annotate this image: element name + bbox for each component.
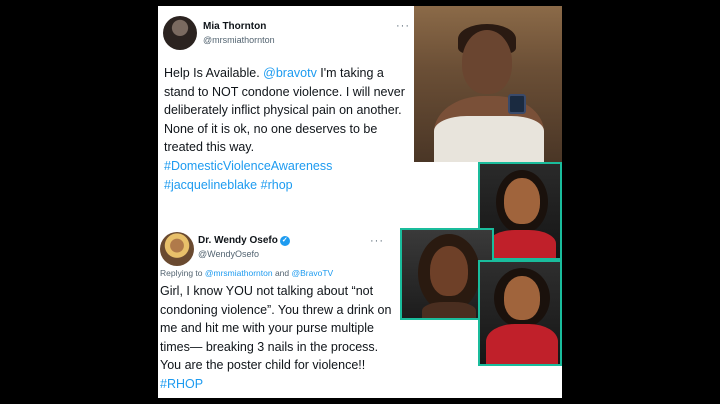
portrait-face xyxy=(504,178,540,224)
verified-badge-icon: ✓ xyxy=(279,236,290,246)
hashtag-rhop[interactable]: #rhop xyxy=(261,178,293,192)
tweet-author-name-wendy[interactable]: Dr. Wendy Osefo ✓ xyxy=(198,235,290,246)
collage-frame: Mia Thornton @mrsmiathornton ··· Help Is… xyxy=(158,6,562,398)
portrait-dress xyxy=(488,230,556,258)
portrait-bottom-right xyxy=(478,260,562,366)
portrait-face xyxy=(504,276,540,320)
avatar-mia-thornton[interactable] xyxy=(163,16,197,50)
author-name-text: Dr. Wendy Osefo xyxy=(198,235,278,246)
hashtag-jacquelineblake[interactable]: #jacquelineblake xyxy=(164,178,257,192)
photo-shirt-shape xyxy=(434,116,544,162)
video-still-photo xyxy=(414,6,562,162)
tweet-body-wendy: Girl, I know YOU not talking about “not … xyxy=(160,282,400,394)
reply-mention-mrsmiathornton[interactable]: @mrsmiathornton xyxy=(205,268,273,278)
tweet-mia-thornton: Mia Thornton @mrsmiathornton ··· Help Is… xyxy=(158,6,414,224)
hashtag-rhop-upper[interactable]: #RHOP xyxy=(160,377,203,391)
photo-head-shape xyxy=(462,30,512,94)
tweet-author-handle-wendy[interactable]: @WendyOsefo xyxy=(198,249,259,259)
tweet-text: Girl, I know YOU not talking about “not … xyxy=(160,284,392,373)
phone-icon xyxy=(508,94,526,114)
tweet-text-intro: Help Is Available. xyxy=(164,66,264,80)
avatar-wendy-osefo[interactable] xyxy=(160,232,194,266)
portrait-dress xyxy=(486,324,558,364)
tweet-author-name[interactable]: Mia Thornton xyxy=(203,21,266,32)
replying-to-line: Replying to @mrsmiathornton and @BravoTV xyxy=(160,268,333,278)
reply-and: and xyxy=(272,268,292,278)
tweet-body: Help Is Available. @bravotv I'm taking a… xyxy=(164,64,416,194)
portrait-shoulders xyxy=(422,302,476,318)
tweet-author-handle[interactable]: @mrsmiathornton xyxy=(203,35,275,45)
reply-prefix: Replying to xyxy=(160,268,205,278)
mention-bravotv[interactable]: @bravotv xyxy=(263,66,317,80)
portrait-face xyxy=(430,246,468,296)
hashtag-domestic-violence-awareness[interactable]: #DomesticViolenceAwareness xyxy=(164,159,332,173)
more-options-icon[interactable]: ··· xyxy=(396,20,410,32)
more-options-icon[interactable]: ··· xyxy=(370,235,384,247)
reply-mention-bravotv[interactable]: @BravoTV xyxy=(291,268,333,278)
